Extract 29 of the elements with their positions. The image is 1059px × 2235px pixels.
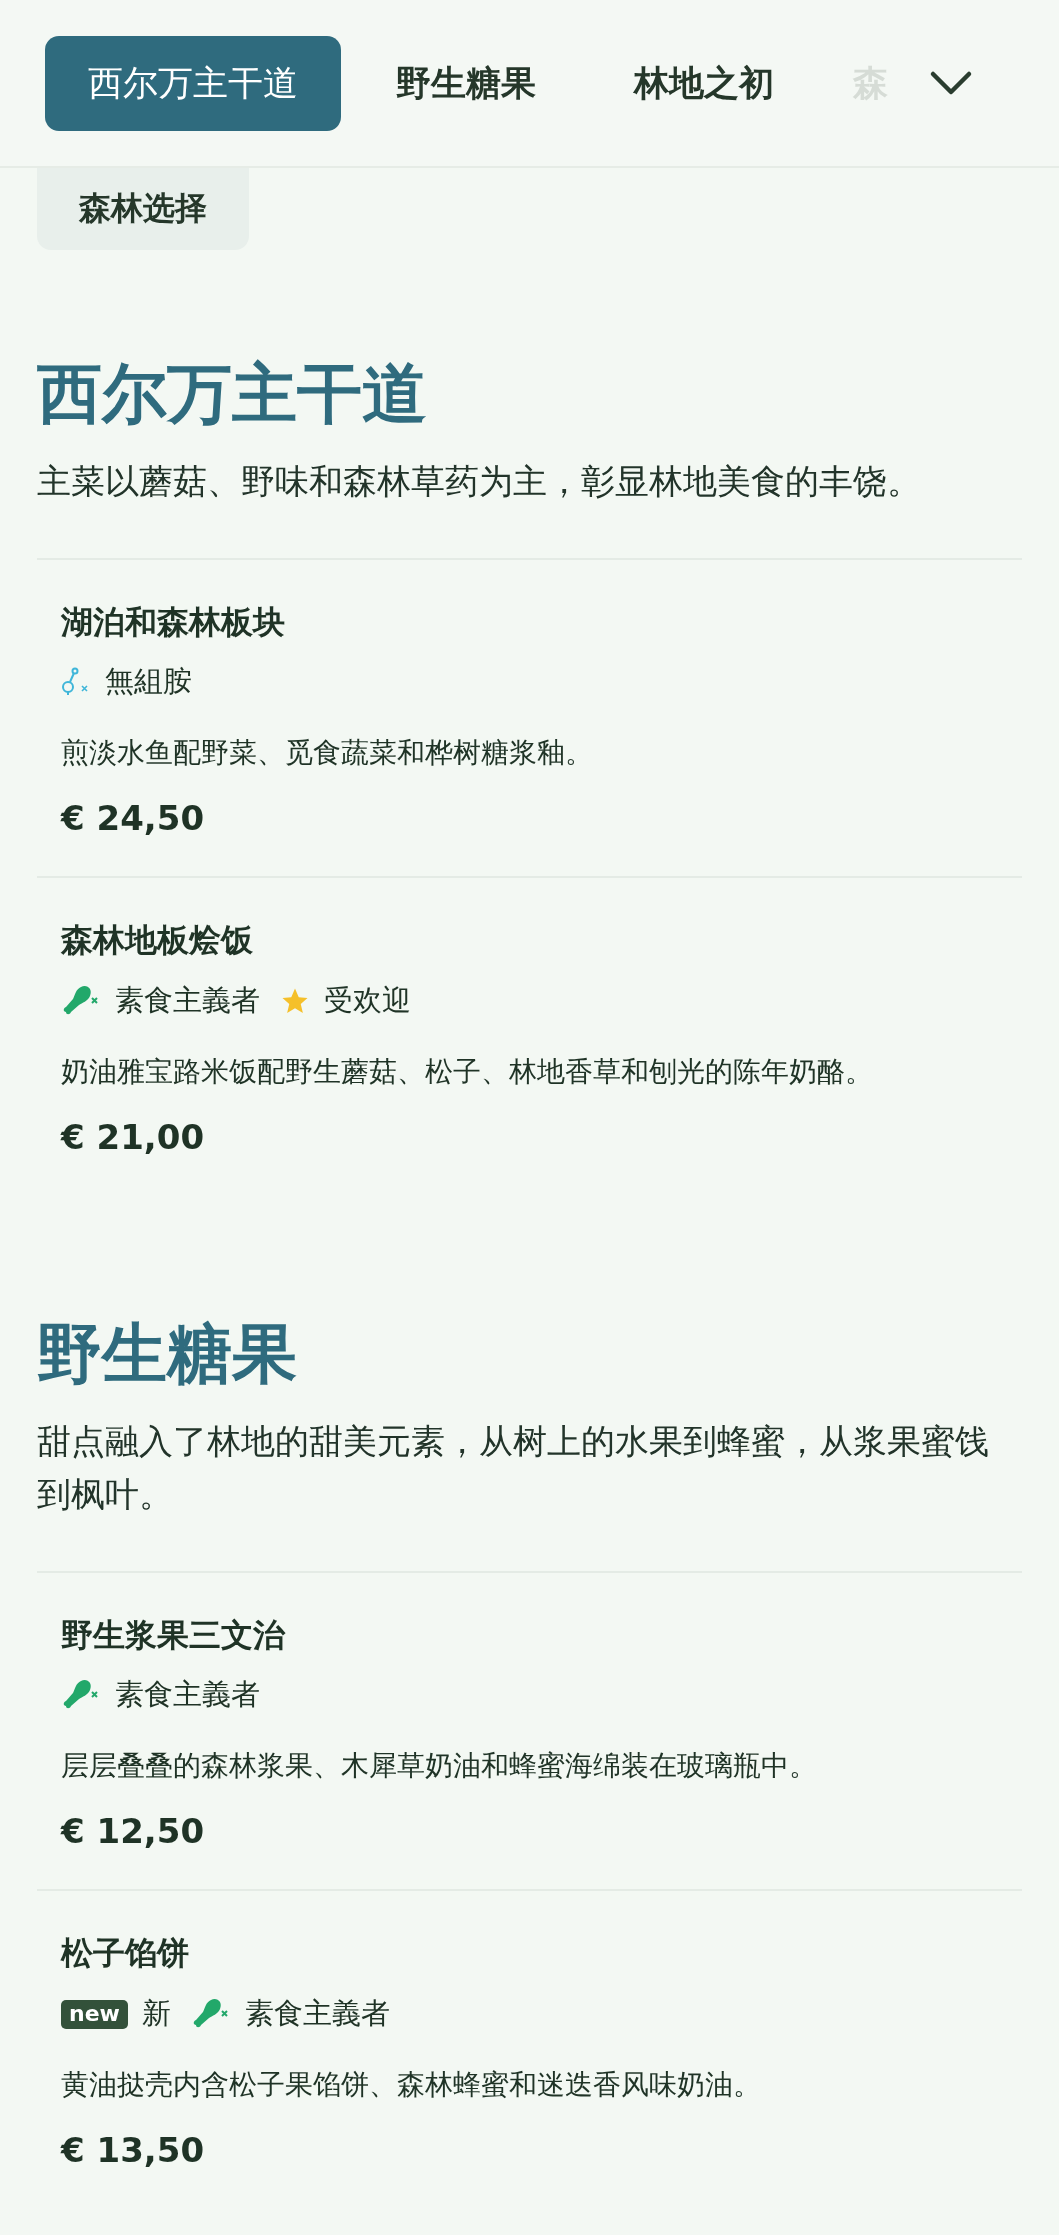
- dish-description: 层层叠叠的森林浆果、木犀草奶油和蜂蜜海绵装在玻璃瓶中。: [61, 1748, 818, 1785]
- category-tab[interactable]: 野生糖果: [353, 35, 579, 131]
- dish-description: 奶油雅宝路米饭配野生蘑菇、松子、林地香草和刨光的陈年奶酪。: [61, 1054, 874, 1091]
- new-badge: new: [61, 1999, 128, 2029]
- chevron-down-icon[interactable]: [929, 69, 973, 97]
- category-tab[interactable]: 森林选择: [37, 168, 249, 250]
- dish-price: € 21,00: [61, 1117, 206, 1158]
- section-description: 主菜以蘑菇、野味和森林草药为主，彰显林地美食的丰饶。: [37, 460, 922, 503]
- tag-label: 素食主義者: [244, 1995, 390, 2033]
- section-title: 野生糖果: [37, 1315, 298, 1394]
- dish-name: 森林地板烩饭: [61, 920, 254, 962]
- dish-name: 松子馅饼: [61, 1933, 190, 1975]
- tag-label: 素食主義者: [115, 1676, 260, 1714]
- section-description: 甜点融入了林地的甜美元素，从树上的水果到蜂蜜，从浆果蜜饯到枫叶。: [37, 1420, 990, 1516]
- dish-description: 煎淡水鱼配野菜、觅食蔬菜和桦树糖浆釉。: [61, 735, 594, 772]
- dish-description: 黄油挞壳内含松子果馅饼、森林蜂蜜和迷迭香风味奶油。: [61, 2067, 762, 2104]
- tag-label: 受欢迎: [324, 982, 411, 1020]
- dish-price: € 24,50: [61, 798, 206, 839]
- molecule-icon: [61, 667, 91, 698]
- category-tab[interactable]: 西尔万主干道: [45, 35, 341, 131]
- dish-name: 野生浆果三文治: [61, 1614, 287, 1656]
- category-tab[interactable]: 林地之初: [591, 35, 817, 131]
- dish-price: € 13,50: [61, 2130, 206, 2171]
- tag-label: 新: [141, 1995, 171, 2033]
- tag-label: 素食主義者: [115, 982, 260, 1020]
- dish-name: 湖泊和森林板块: [61, 601, 286, 643]
- dish-price: € 12,50: [61, 1811, 206, 1852]
- section-title: 西尔万主干道: [37, 355, 428, 433]
- tag-label: 無組胺: [105, 663, 192, 701]
